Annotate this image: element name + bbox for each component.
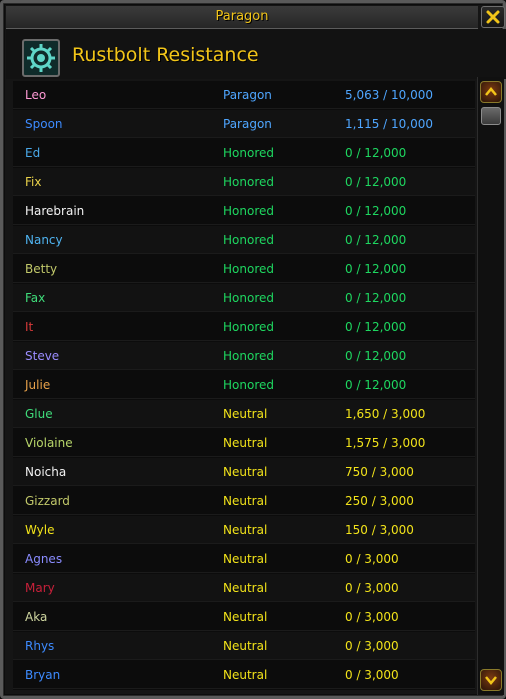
npc-name: Aka: [25, 610, 48, 624]
standing-label: Honored: [223, 233, 274, 247]
reputation-value: 1,650 / 3,000: [345, 407, 426, 421]
title-bar[interactable]: Paragon: [6, 6, 478, 29]
standing-label: Neutral: [223, 639, 268, 653]
npc-name: Spoon: [25, 117, 63, 131]
reputation-value: 1,115 / 10,000: [345, 117, 434, 131]
reputation-value: 0 / 3,000: [345, 668, 399, 682]
reputation-row[interactable]: Glue Neutral 1,650 / 3,000: [13, 400, 475, 428]
npc-name: Rhys: [25, 639, 55, 653]
npc-name: Ed: [25, 146, 41, 160]
reputation-value: 0 / 12,000: [345, 146, 407, 160]
reputation-value: 750 / 3,000: [345, 465, 414, 479]
reputation-row[interactable]: Gizzard Neutral 250 / 3,000: [13, 487, 475, 515]
reputation-value: 0 / 12,000: [345, 320, 407, 334]
reputation-row[interactable]: Violaine Neutral 1,575 / 3,000: [13, 429, 475, 457]
standing-label: Paragon: [223, 88, 272, 102]
reputation-row[interactable]: Leo Paragon 5,063 / 10,000: [13, 81, 475, 109]
npc-name: Gizzard: [25, 494, 70, 508]
faction-header: Rustbolt Resistance: [6, 29, 506, 79]
reputation-row[interactable]: Fix Honored 0 / 12,000: [13, 168, 475, 196]
reputation-row[interactable]: Spoon Paragon 1,115 / 10,000: [13, 110, 475, 138]
reputation-row[interactable]: Fax Honored 0 / 12,000: [13, 284, 475, 312]
scrollbar[interactable]: [477, 77, 504, 695]
standing-label: Honored: [223, 146, 274, 160]
standing-label: Neutral: [223, 436, 268, 450]
reputation-row[interactable]: Ed Honored 0 / 12,000: [13, 139, 475, 167]
standing-label: Neutral: [223, 523, 268, 537]
reputation-list: Leo Paragon 5,063 / 10,000 Spoon Paragon 1,11…: [13, 81, 475, 690]
npc-name: Julie: [25, 378, 51, 392]
standing-label: Neutral: [223, 494, 268, 508]
reputation-value: 5,063 / 10,000: [345, 88, 434, 102]
reputation-value: 0 / 3,000: [345, 581, 399, 595]
standing-label: Paragon: [223, 117, 272, 131]
standing-label: Honored: [223, 175, 274, 189]
reputation-value: 0 / 12,000: [345, 233, 407, 247]
reputation-row[interactable]: Agnes Neutral 0 / 3,000: [13, 545, 475, 573]
npc-name: Fix: [25, 175, 42, 189]
npc-name: Betty: [25, 262, 58, 276]
reputation-row[interactable]: Nancy Honored 0 / 12,000: [13, 226, 475, 254]
rustbolt-gear-icon: [22, 39, 60, 77]
reputation-row[interactable]: Harebrain Honored 0 / 12,000: [13, 197, 475, 225]
reputation-value: 0 / 12,000: [345, 175, 407, 189]
close-button[interactable]: [481, 6, 505, 28]
npc-name: Glue: [25, 407, 53, 421]
standing-label: Neutral: [223, 581, 268, 595]
standing-label: Honored: [223, 204, 274, 218]
npc-name: Leo: [25, 88, 47, 102]
standing-label: Honored: [223, 262, 274, 276]
reputation-row[interactable]: Aka Neutral 0 / 3,000: [13, 603, 475, 631]
scroll-thumb[interactable]: [481, 107, 501, 125]
reputation-row[interactable]: Mary Neutral 0 / 3,000: [13, 574, 475, 602]
npc-name: It: [25, 320, 34, 334]
reputation-row[interactable]: It Honored 0 / 12,000: [13, 313, 475, 341]
npc-name: Fax: [25, 291, 46, 305]
standing-label: Honored: [223, 291, 274, 305]
standing-label: Neutral: [223, 668, 268, 682]
npc-name: Harebrain: [25, 204, 85, 218]
reputation-value: 0 / 12,000: [345, 291, 407, 305]
reputation-value: 150 / 3,000: [345, 523, 414, 537]
npc-name: Wyle: [25, 523, 55, 537]
standing-label: Neutral: [223, 552, 268, 566]
npc-name: Agnes: [25, 552, 63, 566]
standing-label: Honored: [223, 349, 274, 363]
npc-name: Noicha: [25, 465, 67, 479]
reputation-row[interactable]: Wyle Neutral 150 / 3,000: [13, 516, 475, 544]
npc-name: Nancy: [25, 233, 63, 247]
npc-name: Mary: [25, 581, 55, 595]
reputation-value: 0 / 12,000: [345, 349, 407, 363]
paragon-window: Paragon Rustbolt Resistance Leo Paragon 5,…: [0, 0, 506, 699]
reputation-value: 0 / 3,000: [345, 639, 399, 653]
reputation-value: 0 / 3,000: [345, 552, 399, 566]
faction-name: Rustbolt Resistance: [72, 44, 259, 66]
npc-name: Steve: [25, 349, 60, 363]
reputation-value: 0 / 12,000: [345, 262, 407, 276]
reputation-row[interactable]: Betty Honored 0 / 12,000: [13, 255, 475, 283]
reputation-value: 0 / 3,000: [345, 610, 399, 624]
standing-label: Neutral: [223, 407, 268, 421]
window-title: Paragon: [215, 9, 269, 24]
standing-label: Neutral: [223, 610, 268, 624]
standing-label: Honored: [223, 320, 274, 334]
reputation-value: 250 / 3,000: [345, 494, 414, 508]
reputation-row[interactable]: Noicha Neutral 750 / 3,000: [13, 458, 475, 486]
reputation-value: 0 / 12,000: [345, 204, 407, 218]
npc-name: Bryan: [25, 668, 61, 682]
scroll-up-button[interactable]: [480, 81, 502, 103]
reputation-row[interactable]: Bryan Neutral 0 / 3,000: [13, 661, 475, 689]
standing-label: Honored: [223, 378, 274, 392]
reputation-row[interactable]: Julie Honored 0 / 12,000: [13, 371, 475, 399]
reputation-value: 1,575 / 3,000: [345, 436, 426, 450]
standing-label: Neutral: [223, 465, 268, 479]
scroll-down-button[interactable]: [480, 669, 502, 691]
npc-name: Violaine: [25, 436, 73, 450]
reputation-value: 0 / 12,000: [345, 378, 407, 392]
reputation-row[interactable]: Rhys Neutral 0 / 3,000: [13, 632, 475, 660]
reputation-row[interactable]: Steve Honored 0 / 12,000: [13, 342, 475, 370]
